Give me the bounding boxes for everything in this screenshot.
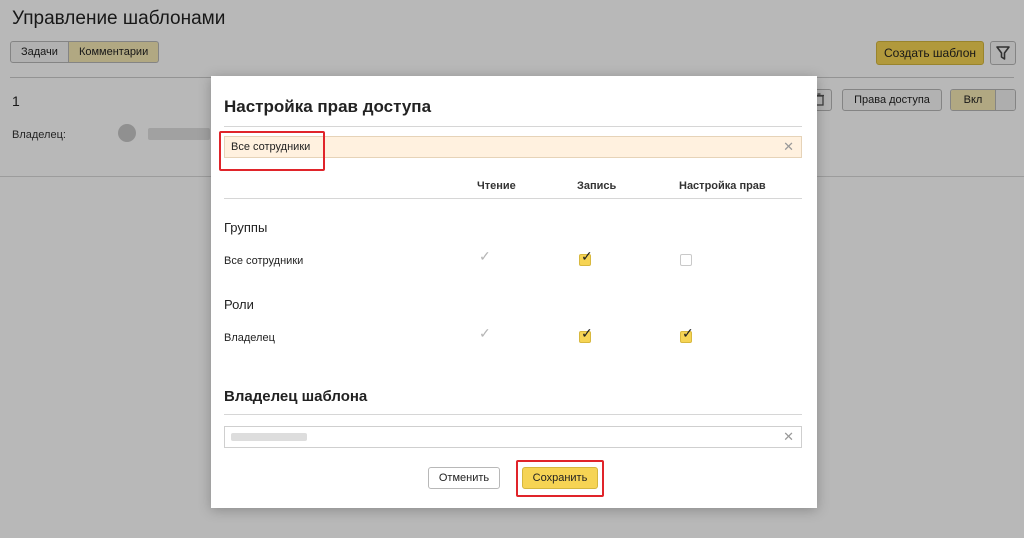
manage-checkbox[interactable]: ✓ [680,326,694,343]
annotation-highlight [219,131,325,171]
column-write: Запись [577,180,617,192]
access-settings-modal: Настройка прав доступа Все сотрудники ✕ … [211,76,817,508]
owner-field[interactable]: ✕ [224,426,802,448]
read-checkbox: ✓ [478,326,491,343]
divider [224,198,802,199]
close-icon[interactable]: ✕ [783,427,794,447]
check-icon: ✓ [479,248,491,264]
check-icon: ✓ [479,325,491,341]
annotation-highlight [516,460,604,497]
close-icon[interactable]: ✕ [783,137,794,157]
check-icon: ✓ [581,248,593,264]
divider [224,414,802,415]
owner-value-blurred [231,433,307,442]
column-manage: Настройка прав [679,180,766,192]
owner-section-title: Владелец шаблона [224,388,368,405]
row-label-all-employees: Все сотрудники [224,255,304,267]
section-title-roles: Роли [224,297,254,312]
row-label-owner: Владелец [224,332,275,344]
write-checkbox[interactable]: ✓ [579,326,593,343]
modal-title: Настройка прав доступа [224,97,432,116]
divider [224,126,802,127]
check-icon: ✓ [682,325,694,341]
write-checkbox[interactable]: ✓ [579,249,593,266]
column-read: Чтение [477,180,516,192]
cancel-button[interactable]: Отменить [428,467,500,489]
manage-checkbox[interactable] [680,254,692,266]
section-title-groups: Группы [224,220,268,235]
check-icon: ✓ [581,325,593,341]
read-checkbox: ✓ [478,249,491,266]
